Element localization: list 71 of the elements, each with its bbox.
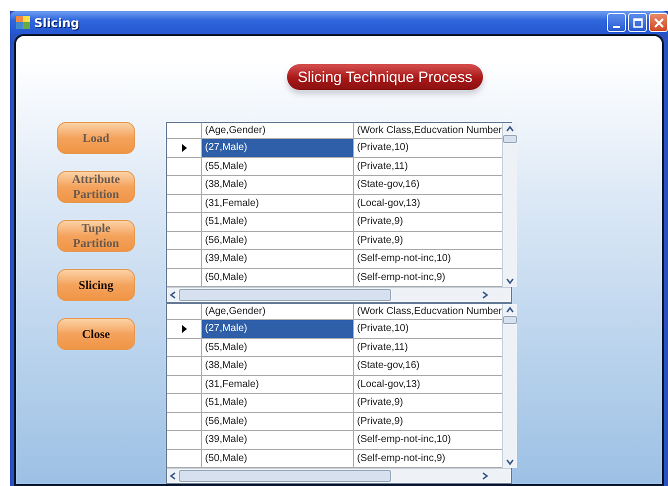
horizontal-scrollbar[interactable] <box>167 287 511 302</box>
window-title: Slicing <box>34 16 80 30</box>
table-cell-text: (Self-emp-not-inc,9) <box>356 452 446 466</box>
table-cell: (55,Male) <box>202 158 354 175</box>
table-cell-text: (Local-gov,13) <box>356 378 422 392</box>
table-row[interactable]: (51,Male) (Private,9) <box>167 213 502 232</box>
table-cell: (51,Male) <box>202 394 354 412</box>
table-row[interactable]: (39,Male) (Self-emp-not-inc,10) <box>167 250 502 268</box>
column-header[interactable]: (Work Class,Educvation Number <box>354 304 502 319</box>
table-cell-text: (Private,9) <box>356 215 404 230</box>
table-cell: (31,Female) <box>202 194 354 212</box>
table-cell: (50,Male) <box>202 450 354 467</box>
maximize-button[interactable] <box>628 13 647 32</box>
column-header[interactable]: (Age,Gender) <box>202 304 354 319</box>
table-cell: (31,Female) <box>202 376 354 393</box>
table-cell: (27,Male) <box>202 139 354 156</box>
table-cell-text: (Private,9) <box>356 396 404 410</box>
table-row[interactable]: (31,Female) (Local-gov,13) <box>167 376 502 394</box>
table-cell-text: (State-gov,16) <box>356 359 421 374</box>
table-row[interactable]: (38,Male) (State-gov,16) <box>167 176 502 194</box>
row-pointer-icon <box>182 324 186 333</box>
maximize-icon <box>632 18 642 28</box>
vertical-scrollbar[interactable] <box>502 123 517 287</box>
table-row[interactable]: (39,Male) (Self-emp-not-inc,10) <box>167 431 502 450</box>
table-row[interactable]: (55,Male) (Private,11) <box>167 338 502 357</box>
action-button[interactable]: Slicing <box>57 269 135 301</box>
action-button[interactable]: Close <box>57 318 135 350</box>
table-cell-text: (Local-gov,13) <box>356 196 422 211</box>
minimize-icon <box>613 26 620 28</box>
table-row[interactable]: (56,Male) (Private,9) <box>167 232 502 250</box>
banner: Slicing Technique Process <box>286 64 484 90</box>
table-cell-text: (Private,11) <box>356 160 409 174</box>
table-cell: (27,Male) <box>202 320 354 338</box>
column-header[interactable]: (Work Class,Educvation Number <box>354 123 502 138</box>
minimize-button[interactable] <box>607 13 626 32</box>
table-cell-text: (Self-emp-not-inc,9) <box>356 270 446 285</box>
table-row[interactable]: (55,Male) (Private,11) <box>167 158 502 176</box>
table-cell: (56,Male) <box>202 412 354 430</box>
table-cell: (50,Male) <box>202 268 354 286</box>
table-cell-text: (Self-emp-not-inc,10) <box>356 433 452 448</box>
table-cell: (38,Male) <box>202 357 354 374</box>
close-icon <box>654 18 664 28</box>
row-pointer-icon <box>182 144 186 152</box>
table-cell-text: (Private,10) <box>356 322 410 336</box>
table-cell: (39,Male) <box>202 431 354 448</box>
table-cell-text: (Private,9) <box>356 234 404 248</box>
horizontal-scrollbar[interactable] <box>167 468 511 483</box>
close-button[interactable] <box>649 13 668 32</box>
scroll-thumb[interactable] <box>502 135 517 143</box>
table-cell: (51,Male) <box>202 213 354 230</box>
app-icon <box>16 16 30 29</box>
table-cell: (39,Male) <box>202 250 354 268</box>
table-cell-text: (Self-emp-not-inc,10) <box>356 252 452 266</box>
table-row[interactable]: (56,Male) (Private,9) <box>167 412 502 431</box>
table-row[interactable]: (38,Male) (State-gov,16) <box>167 357 502 376</box>
table-cell-text: (Private,9) <box>356 414 404 429</box>
table-cell: (56,Male) <box>202 232 354 249</box>
table-cell: (38,Male) <box>202 176 354 194</box>
scroll-thumb[interactable] <box>179 289 391 301</box>
column-header[interactable]: (Age,Gender) <box>202 123 354 138</box>
scroll-thumb[interactable] <box>179 470 391 482</box>
table-row[interactable]: (51,Male) (Private,9) <box>167 394 502 412</box>
vertical-scrollbar[interactable] <box>502 304 517 468</box>
table-row[interactable]: (27,Male) (Private,10) <box>167 139 502 158</box>
table-cell-text: (Private,11) <box>356 340 409 355</box>
scroll-thumb[interactable] <box>502 316 517 324</box>
table-cell: (55,Male) <box>202 338 354 356</box>
table-cell-text: (Private,10) <box>356 141 410 156</box>
table-row[interactable]: (31,Female) (Local-gov,13) <box>167 194 502 213</box>
table-row[interactable]: (27,Male) (Private,10) <box>167 320 502 338</box>
table-cell-text: (State-gov,16) <box>356 178 421 192</box>
